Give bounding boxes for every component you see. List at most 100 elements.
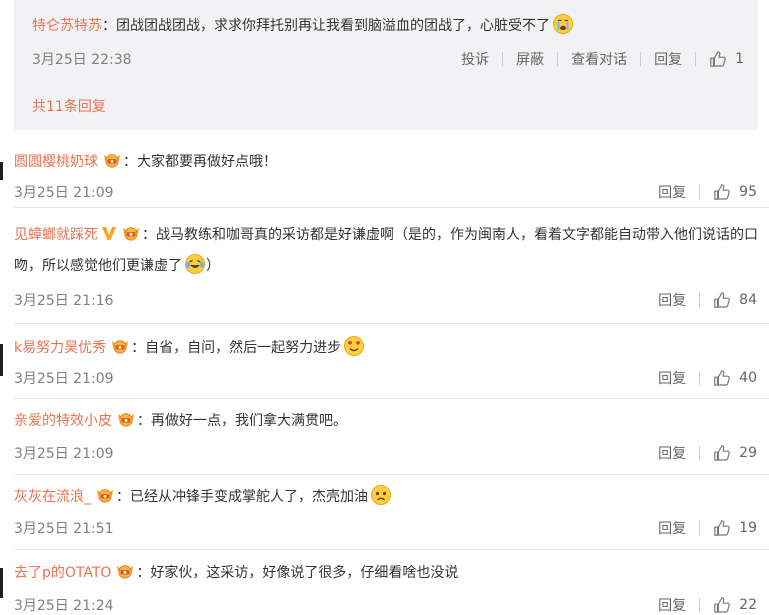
comment-content: 去了p的OTATO ：好家伙，这采访，好像说了很多，仔细看啥也没说 — [14, 562, 458, 582]
laughing-tears-icon — [185, 254, 205, 274]
thumbs-up-icon — [713, 519, 731, 537]
avatar-edge — [0, 568, 3, 598]
comment-content: 亲爱的特效小皮 ：再做好一点，我们拿大满贯吧。 — [14, 410, 347, 430]
like-count: 95 — [739, 184, 757, 200]
comment-item: 亲爱的特效小皮 ：再做好一点，我们拿大满贯吧。 3月25日 21:09 回复 29 — [14, 399, 769, 475]
like-button[interactable]: 19 — [713, 519, 757, 537]
thumbs-up-icon — [709, 50, 727, 68]
divider — [699, 371, 701, 385]
comment-username[interactable]: 灰灰在流浪_ — [14, 489, 91, 505]
divider — [699, 293, 701, 307]
divider — [699, 185, 701, 199]
like-button[interactable]: 22 — [713, 596, 757, 614]
reply-username[interactable]: 特仑苏特苏 — [32, 18, 102, 34]
comment-meta: 3月25日 21:09 回复 40 — [14, 368, 757, 388]
reply-link[interactable]: 回复 — [658, 290, 686, 310]
comment-text: ：大家都要再做好点哦！ — [123, 154, 277, 170]
comment-content: 圆圆樱桃奶球 ：大家都要再做好点哦！ — [14, 151, 277, 171]
comment-date: 3月25日 21:51 — [14, 521, 114, 537]
divider — [699, 446, 701, 460]
comment-username[interactable]: 见蟑螂就踩死 — [14, 227, 98, 243]
comment-date: 3月25日 21:09 — [14, 185, 114, 201]
reply-link[interactable]: 回复 — [658, 368, 686, 388]
reply-meta: 3月25日 22:38 投诉 屏蔽 查看对话 回复 1 — [32, 49, 744, 69]
reply-date: 3月25日 22:38 — [32, 52, 132, 68]
like-count: 29 — [739, 445, 757, 461]
comment-actions: 回复 22 — [658, 595, 757, 615]
comment-text: ：已经从冲锋手变成掌舵人了，杰壳加油 — [116, 489, 368, 505]
comment-date: 3月25日 21:16 — [14, 293, 114, 309]
reply-link[interactable]: 回复 — [658, 443, 686, 463]
comment-username[interactable]: 圆圆樱桃奶球 — [14, 154, 98, 170]
crying-face-icon — [553, 14, 573, 34]
comment-item: 灰灰在流浪_ ：已经从冲锋手变成掌舵人了，杰壳加油 3月25日 21:51 回复 … — [14, 475, 769, 550]
fan-medal-icon — [109, 338, 131, 354]
comment-date: 3月25日 21:09 — [14, 371, 114, 387]
divider — [640, 52, 642, 66]
comment-text: ：好家伙，这采访，好像说了很多，仔细看啥也没说 — [136, 565, 459, 581]
comment-meta: 3月25日 21:51 回复 19 — [14, 518, 757, 538]
comment-content: 见蟑螂就踩死 ：战马教练和咖哥真的采访都是好谦虚啊（是的，作为闽南人，看着文字都能… — [14, 220, 759, 282]
total-replies-link[interactable]: 共11条回复 — [32, 96, 106, 116]
reply-thread: 特仑苏特苏：团战团战团战，求求你拜托别再让我看到脑溢血的团战了，心脏受不了 3月… — [14, 0, 758, 130]
like-button[interactable]: 29 — [713, 444, 757, 462]
block-link[interactable]: 屏蔽 — [516, 49, 544, 69]
like-count: 1 — [735, 51, 744, 67]
comment-item: 见蟑螂就踩死 ：战马教练和咖哥真的采访都是好谦虚啊（是的，作为闽南人，看着文字都能… — [14, 208, 769, 324]
comment-actions: 回复 84 — [658, 290, 757, 310]
avatar-edge — [0, 344, 3, 376]
divider — [695, 52, 697, 66]
comment-meta: 3月25日 21:16 回复 84 — [14, 290, 757, 310]
fan-medal-icon — [115, 411, 137, 427]
comment-text: ：再做好一点，我们拿大满贯吧。 — [137, 413, 347, 429]
thumbs-up-icon — [713, 596, 731, 614]
comment-actions: 回复 95 — [658, 182, 757, 202]
comment-username[interactable]: k易努力昊优秀 — [14, 340, 106, 356]
like-count: 22 — [739, 597, 757, 613]
like-button[interactable]: 84 — [713, 291, 757, 309]
like-count: 40 — [739, 370, 757, 386]
thumbs-up-icon — [713, 183, 731, 201]
thumbs-up-icon — [713, 291, 731, 309]
comment-content: 灰灰在流浪_ ：已经从冲锋手变成掌舵人了，杰壳加油 — [14, 484, 392, 506]
like-button[interactable]: 40 — [713, 369, 757, 387]
divider — [699, 598, 701, 612]
comment-actions: 回复 19 — [658, 518, 757, 538]
like-button[interactable]: 1 — [709, 50, 744, 68]
comment-meta: 3月25日 21:09 回复 95 — [14, 182, 757, 202]
comment-text: ：自省，自问，然后一起努力进步 — [131, 340, 342, 356]
divider — [502, 52, 504, 66]
verified-v-icon — [102, 227, 116, 240]
reply-text: ：团战团战团战，求求你拜托别再让我看到脑溢血的团战了，心脏受不了 — [102, 18, 550, 34]
reply-link[interactable]: 回复 — [658, 518, 686, 538]
comment-item: k易努力昊优秀 ：自省，自问，然后一起努力进步 3月25日 21:09 回复 40 — [0, 324, 769, 399]
like-count: 19 — [739, 520, 757, 536]
comment-username[interactable]: 亲爱的特效小皮 — [14, 413, 112, 429]
fan-medal-icon — [114, 563, 136, 579]
worried-face-icon — [371, 485, 391, 505]
comment-meta: 3月25日 21:09 回复 29 — [14, 443, 757, 463]
divider — [557, 52, 559, 66]
comment-content: k易努力昊优秀 ：自省，自问，然后一起努力进步 — [14, 335, 365, 357]
avatar-edge — [0, 162, 3, 180]
reply-content: 特仑苏特苏：团战团战团战，求求你拜托别再让我看到脑溢血的团战了，心脏受不了 — [32, 13, 574, 35]
comment-meta: 3月25日 21:24 回复 22 — [14, 595, 757, 615]
like-button[interactable]: 95 — [713, 183, 757, 201]
divider — [699, 521, 701, 535]
reply-actions: 投诉 屏蔽 查看对话 回复 1 — [461, 49, 744, 69]
comment-item: 去了p的OTATO ：好家伙，这采访，好像说了很多，仔细看啥也没说 3月25日 2… — [0, 550, 769, 615]
report-link[interactable]: 投诉 — [461, 49, 489, 69]
comment-date: 3月25日 21:09 — [14, 446, 114, 462]
comment-username[interactable]: 去了p的OTATO — [14, 565, 111, 581]
reply-link[interactable]: 回复 — [658, 182, 686, 202]
reply-link[interactable]: 回复 — [658, 595, 686, 615]
view-conversation-link[interactable]: 查看对话 — [571, 49, 627, 69]
comment-item: 圆圆樱桃奶球 ：大家都要再做好点哦！ 3月25日 21:09 回复 95 — [0, 140, 769, 208]
fan-medal-icon — [120, 225, 142, 241]
comment-actions: 回复 40 — [658, 368, 757, 388]
thumbs-up-icon — [713, 369, 731, 387]
reply-link[interactable]: 回复 — [654, 49, 682, 69]
like-count: 84 — [739, 292, 757, 308]
fan-medal-icon — [94, 487, 116, 503]
thumbs-up-icon — [713, 444, 731, 462]
